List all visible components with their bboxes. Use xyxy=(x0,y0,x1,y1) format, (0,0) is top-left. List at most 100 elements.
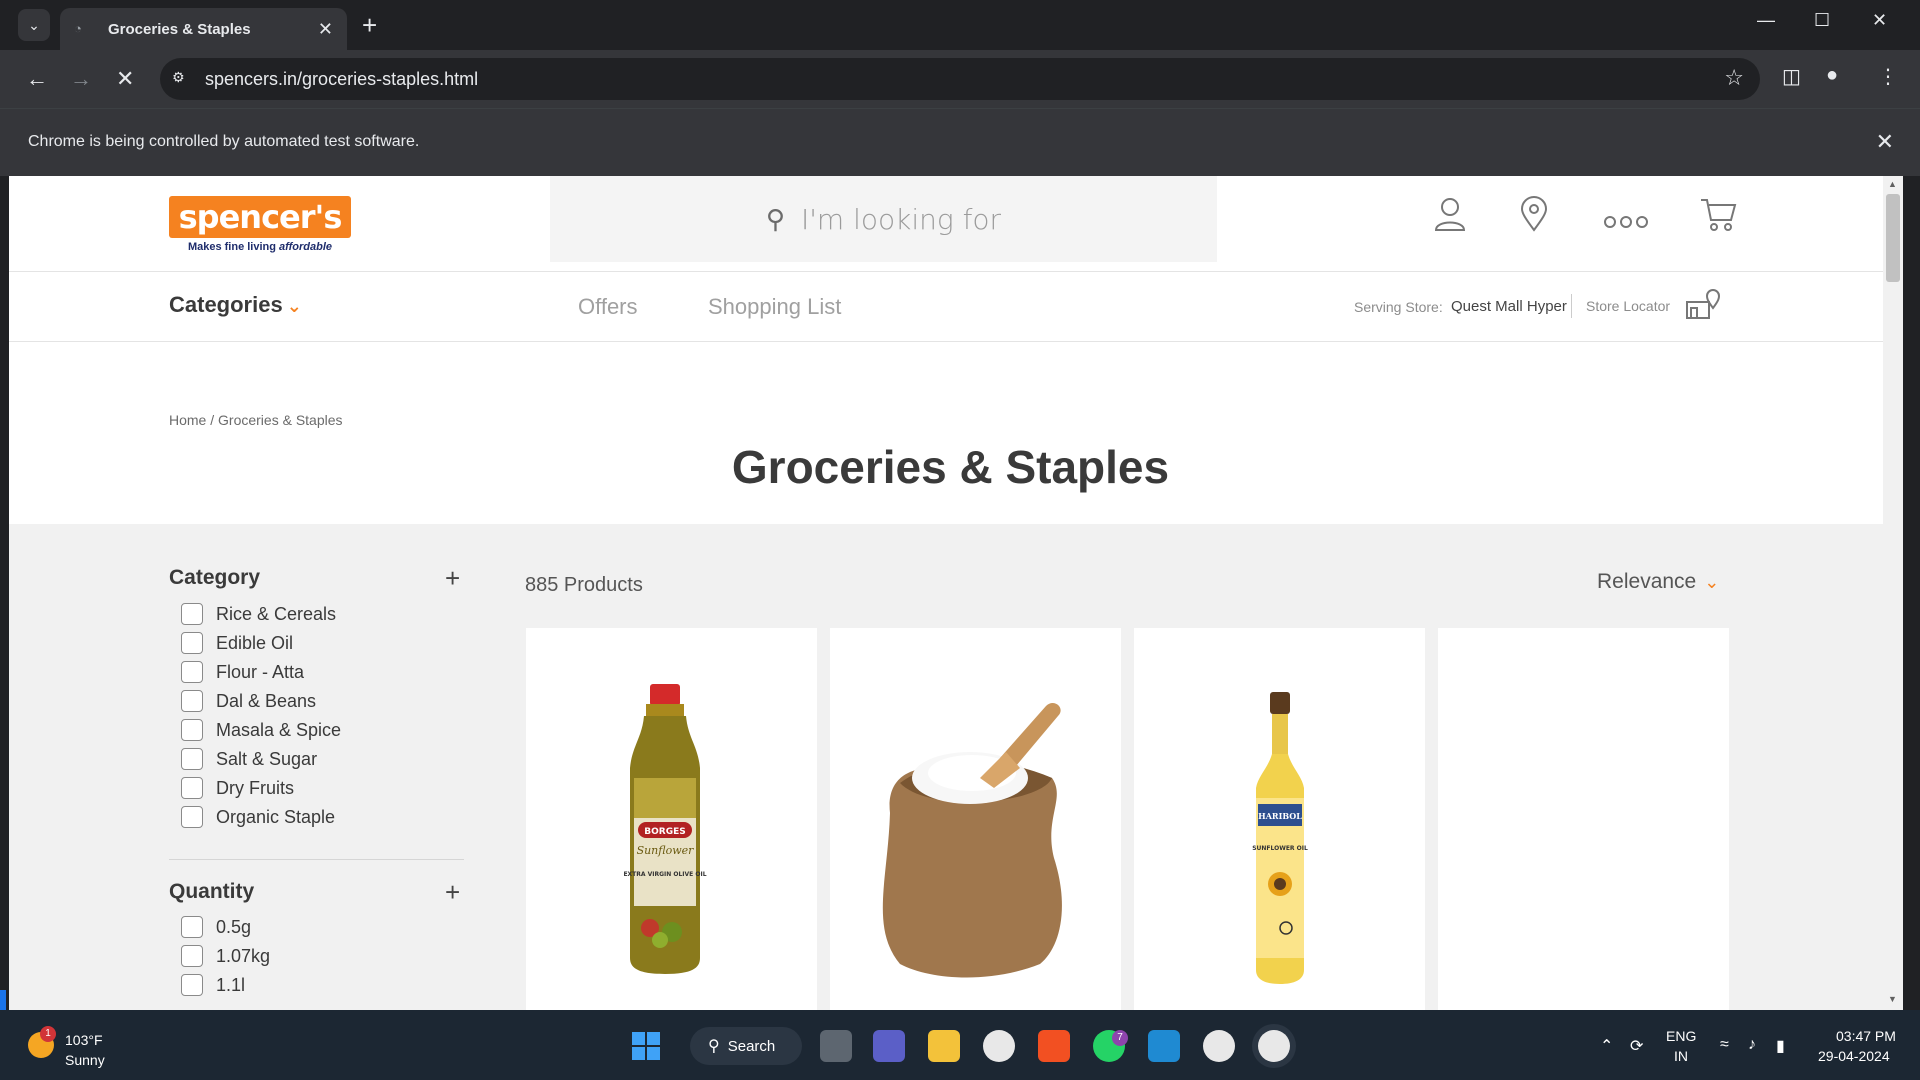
close-window-icon[interactable]: ✕ xyxy=(1872,10,1887,31)
chrome-icon[interactable] xyxy=(983,1030,1015,1062)
tab-title: Groceries & Staples xyxy=(108,20,251,38)
task-view-icon[interactable] xyxy=(820,1030,852,1062)
tab-strip: ⌄ ◔ Groceries & Staples ✕ + — ☐ ✕ xyxy=(0,0,1920,50)
clock-date[interactable]: 29-04-2024 xyxy=(1818,1048,1890,1064)
weather-temp[interactable]: 103°F xyxy=(65,1032,103,1048)
svg-text:EXTRA VIRGIN OLIVE OIL: EXTRA VIRGIN OLIVE OIL xyxy=(623,871,706,878)
checkbox[interactable] xyxy=(181,632,203,654)
chrome-active-icon[interactable] xyxy=(1258,1030,1290,1062)
menu-kebab-icon[interactable]: ⋮ xyxy=(1878,64,1898,89)
browser-tab[interactable]: ◔ Groceries & Staples ✕ xyxy=(60,8,347,50)
bookmark-star-icon[interactable]: ☆ xyxy=(1724,65,1744,91)
ms-store-icon[interactable] xyxy=(1038,1030,1070,1062)
browser-toolbar: ← → ✕ ⚙ spencers.in/groceries-staples.ht… xyxy=(0,50,1920,108)
clock-time[interactable]: 03:47 PM xyxy=(1836,1028,1896,1044)
product-count: 885 Products xyxy=(525,574,643,596)
new-tab-button[interactable]: + xyxy=(362,10,377,40)
filter-option[interactable]: Flour - Atta xyxy=(181,660,304,684)
maximize-icon[interactable]: ☐ xyxy=(1814,10,1830,31)
region-code[interactable]: IN xyxy=(1674,1048,1688,1064)
spencers-logo[interactable]: spencer's Makes fine living affordable xyxy=(169,196,351,258)
checkbox[interactable] xyxy=(181,806,203,828)
breadcrumb-home[interactable]: Home / xyxy=(169,412,214,428)
more-options-icon[interactable] xyxy=(1603,204,1649,238)
product-card[interactable]: HARIBOL SUNFLOWER OIL xyxy=(1134,628,1425,1010)
minimize-icon[interactable]: — xyxy=(1757,10,1775,31)
categories-dropdown[interactable]: Categories ⌄ xyxy=(169,292,302,318)
expand-plus-icon[interactable]: + xyxy=(445,879,460,905)
checkbox[interactable] xyxy=(181,777,203,799)
vscode-icon[interactable] xyxy=(1148,1030,1180,1062)
svg-text:SUNFLOWER OIL: SUNFLOWER OIL xyxy=(1252,845,1308,852)
chevron-up-icon[interactable]: ⌃ xyxy=(1600,1036,1613,1056)
filter-option[interactable]: Salt & Sugar xyxy=(181,747,317,771)
filter-option[interactable]: Masala & Spice xyxy=(181,718,341,742)
scroll-down-icon[interactable]: ▼ xyxy=(1888,994,1897,1004)
tab-search-button[interactable]: ⌄ xyxy=(18,9,50,41)
shopping-list-link[interactable]: Shopping List xyxy=(708,294,841,320)
checkbox[interactable] xyxy=(181,916,203,938)
svg-text:HARIBOL: HARIBOL xyxy=(1258,811,1302,821)
stop-loading-icon[interactable]: ✕ xyxy=(116,64,134,94)
product-listing: Category + Rice & Cereals Edible Oil Flo… xyxy=(9,524,1892,1010)
quantity-filter-title[interactable]: Quantity xyxy=(169,880,254,904)
forward-icon[interactable]: → xyxy=(70,64,92,94)
page-scrollbar[interactable]: ▲ ▼ xyxy=(1883,176,1903,1010)
store-locator-link[interactable]: Store Locator xyxy=(1586,298,1670,314)
filter-option[interactable]: Rice & Cereals xyxy=(181,602,336,626)
chevron-down-icon: ⌄ xyxy=(286,296,302,316)
sort-dropdown[interactable]: Relevance ⌄ xyxy=(1597,570,1719,594)
checkbox[interactable] xyxy=(181,748,203,770)
account-icon[interactable] xyxy=(1433,196,1467,240)
checkbox[interactable] xyxy=(181,719,203,741)
checkbox[interactable] xyxy=(181,945,203,967)
checkbox[interactable] xyxy=(181,690,203,712)
expand-plus-icon[interactable]: + xyxy=(445,565,460,591)
language-code[interactable]: ENG xyxy=(1666,1028,1696,1044)
filter-option[interactable]: Edible Oil xyxy=(181,631,293,655)
scroll-thumb[interactable] xyxy=(1886,194,1900,282)
chrome-profile-icon[interactable] xyxy=(1203,1030,1235,1062)
search-input[interactable]: ⚲ I'm looking for xyxy=(550,176,1217,262)
offers-link[interactable]: Offers xyxy=(578,294,638,320)
address-bar[interactable]: ⚙ spencers.in/groceries-staples.html ☆ xyxy=(160,58,1760,100)
product-card[interactable]: BORGES Sunflower EXTRA VIRGIN OLIVE OIL xyxy=(526,628,817,1010)
filter-option[interactable]: Organic Staple xyxy=(181,805,335,829)
automation-infobar: Chrome is being controlled by automated … xyxy=(0,108,1920,176)
cart-icon[interactable] xyxy=(1699,196,1737,240)
filter-option[interactable]: 1.07kg xyxy=(181,944,270,968)
filter-option[interactable]: Dal & Beans xyxy=(181,689,316,713)
url-text[interactable]: spencers.in/groceries-staples.html xyxy=(205,69,478,90)
wifi-icon[interactable]: ≈ xyxy=(1720,1036,1729,1054)
product-card[interactable] xyxy=(1438,628,1729,1010)
back-icon[interactable]: ← xyxy=(26,64,48,94)
filter-option[interactable]: Dry Fruits xyxy=(181,776,294,800)
category-nav: Categories ⌄ Offers Shopping List Serving… xyxy=(9,272,1892,342)
checkbox[interactable] xyxy=(181,661,203,683)
site-info-icon[interactable]: ⚙ xyxy=(172,69,192,89)
checkbox[interactable] xyxy=(181,603,203,625)
volume-icon[interactable]: ♪ xyxy=(1748,1036,1756,1054)
battery-icon[interactable]: ▮ xyxy=(1776,1036,1785,1056)
filter-option[interactable]: 1.1l xyxy=(181,973,245,997)
sync-icon[interactable]: ⟳ xyxy=(1630,1036,1643,1056)
category-filter-title[interactable]: Category xyxy=(169,566,260,590)
chevron-down-icon: ⌄ xyxy=(1704,572,1720,592)
serving-store-name[interactable]: Quest Mall Hyper xyxy=(1451,298,1567,315)
weather-condition[interactable]: Sunny xyxy=(65,1052,105,1068)
infobar-close-icon[interactable]: ✕ xyxy=(1876,129,1894,155)
windows-start-icon[interactable] xyxy=(632,1032,660,1060)
teams-icon[interactable] xyxy=(873,1030,905,1062)
file-explorer-icon[interactable] xyxy=(928,1030,960,1062)
checkbox[interactable] xyxy=(181,974,203,996)
breadcrumb: Home / Groceries & Staples xyxy=(169,412,343,428)
product-card[interactable] xyxy=(830,628,1121,1010)
profile-icon[interactable]: ● xyxy=(1826,64,1838,87)
tab-close-icon[interactable]: ✕ xyxy=(318,19,333,40)
store-locator-icon[interactable] xyxy=(1685,288,1721,327)
taskbar-search[interactable]: ⚲ Search xyxy=(690,1027,802,1065)
location-pin-icon[interactable] xyxy=(1519,196,1549,240)
filter-option[interactable]: 0.5g xyxy=(181,915,251,939)
scroll-up-icon[interactable]: ▲ xyxy=(1888,179,1897,189)
side-panel-icon[interactable]: ◫ xyxy=(1782,64,1801,89)
